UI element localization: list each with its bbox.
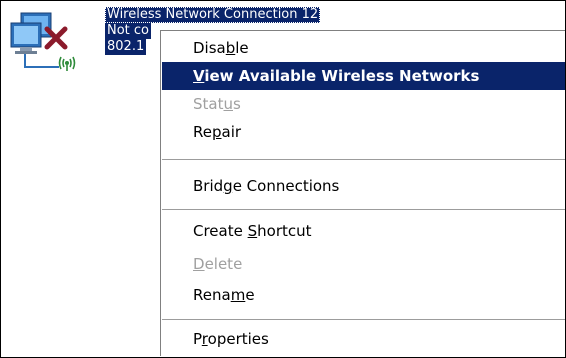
menu-item-status: Status <box>193 95 241 113</box>
accelerator-key: m <box>230 286 246 304</box>
menu-item-delete: Delete <box>193 255 243 273</box>
menu-item-view-available-wireless-networks[interactable]: View Available Wireless Networks <box>162 62 565 90</box>
menu-separator <box>162 319 565 323</box>
accelerator-key: g <box>223 177 233 195</box>
menu-item-create-shortcut[interactable]: Create Shortcut <box>162 217 565 245</box>
menu-item-bridge-connections[interactable]: Bridge Connections <box>162 172 565 200</box>
accelerator-key: S <box>247 222 258 240</box>
menu-item-disable[interactable]: Disable <box>162 34 565 62</box>
accelerator-key: D <box>193 255 205 273</box>
accelerator-key: u <box>223 95 233 113</box>
accelerator-key: V <box>193 67 205 85</box>
menu-item-repair[interactable]: Repair <box>162 118 565 146</box>
accelerator-key: p <box>211 123 222 141</box>
context-menu: Disable View Available Wireless Networks… <box>160 30 565 356</box>
connection-name[interactable]: Wireless Network Connection 12 <box>105 7 321 23</box>
menu-item-rename[interactable]: Rename <box>162 281 565 309</box>
menu-separator <box>162 159 565 163</box>
menu-item-properties[interactable]: Properties <box>162 325 565 353</box>
connection-type: 802.1 <box>105 39 147 55</box>
connection-status: Not co <box>105 23 152 39</box>
wireless-network-disconnected-icon <box>10 12 76 71</box>
explorer-window-pane: Wireless Network Connection 12 Not co 80… <box>0 0 566 358</box>
accelerator-key: b <box>225 39 236 57</box>
menu-separator <box>162 209 565 213</box>
